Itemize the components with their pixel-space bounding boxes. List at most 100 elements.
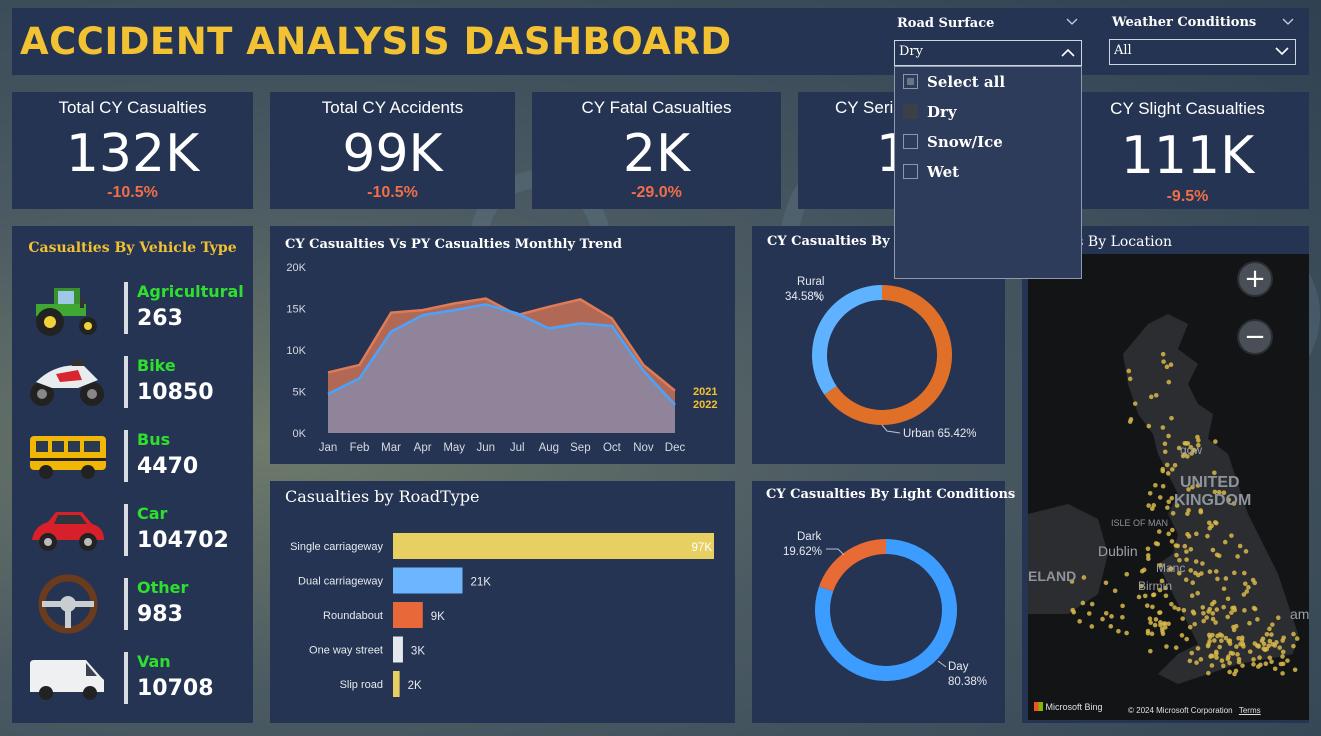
accident-location-dot (1200, 561, 1205, 566)
accident-location-dot (1204, 615, 1210, 620)
accident-location-dot (1242, 608, 1247, 613)
vehicle-name: Van (137, 652, 171, 671)
x-tick-label: Dec (665, 442, 686, 454)
chevron-down-icon[interactable] (1282, 18, 1294, 26)
accident-location-dot (1162, 441, 1168, 447)
checkbox-unchecked[interactable] (903, 134, 918, 149)
accident-location-dot (1071, 609, 1077, 615)
accident-location-dot (1206, 670, 1211, 676)
weather-select[interactable]: All (1109, 39, 1296, 65)
leader-line (937, 660, 947, 668)
x-tick-label: May (443, 442, 465, 454)
accident-location-dot (1146, 556, 1151, 562)
accident-location-dot (1144, 603, 1150, 608)
accident-location-dot (1184, 636, 1189, 642)
zoom-in-button[interactable]: + (1237, 261, 1273, 297)
slice-name: Dark (797, 531, 822, 543)
accident-location-dot (1213, 439, 1218, 444)
road-surface-select[interactable]: Dry (894, 40, 1082, 66)
map-label-manchester: Manc (1156, 561, 1185, 575)
category-label: Single carriageway (290, 541, 383, 553)
accident-location-dot (1077, 619, 1082, 624)
accident-location-dot (1161, 359, 1166, 364)
accident-location-dot (1267, 626, 1272, 632)
weather-selected: All (1114, 43, 1132, 58)
accident-location-dot (1196, 438, 1201, 443)
accident-location-dot (1150, 604, 1155, 610)
option-dry[interactable]: Dry (903, 103, 957, 121)
accident-location-dot (1201, 618, 1206, 624)
checkbox-checked[interactable] (903, 104, 918, 119)
accident-location-dot (1191, 611, 1197, 616)
microsoft-logo-icon (1034, 702, 1043, 711)
accident-location-dot (1124, 572, 1130, 577)
checkbox-partial[interactable] (903, 74, 918, 89)
accident-location-dot (1166, 531, 1171, 537)
accident-location-dot (1277, 645, 1283, 650)
accident-location-dot (1280, 661, 1286, 667)
accident-location-dot (1142, 593, 1148, 599)
vehicle-name: Car (137, 504, 168, 523)
page-title: ACCIDENT ANALYSIS DASHBOARD (20, 20, 732, 63)
accident-location-dot (1223, 576, 1229, 581)
map-label-dublin: Dublin (1098, 543, 1138, 559)
accident-location-dot (1166, 433, 1171, 439)
accident-location-dot (1194, 531, 1199, 537)
accident-location-dot (1151, 592, 1157, 597)
accident-location-dot (1195, 590, 1201, 596)
terms-link[interactable]: Terms (1239, 706, 1261, 715)
accident-location-dot (1179, 633, 1185, 638)
accident-location-dot (1181, 607, 1187, 613)
bar-1 (393, 567, 463, 594)
accident-location-dot (1139, 568, 1145, 574)
accident-location-dot (1188, 568, 1194, 573)
chevron-down-icon[interactable] (1066, 18, 1078, 26)
y-tick-label: 15K (286, 304, 306, 316)
accident-location-dot (1081, 575, 1087, 580)
accident-location-dot (1175, 543, 1180, 549)
accident-location-dot (1160, 628, 1165, 634)
zoom-out-button[interactable]: − (1237, 319, 1273, 355)
vehicle-row-bus: Bus 4470 (12, 426, 253, 500)
accident-location-dot (1080, 600, 1086, 606)
accident-location-dot (1170, 467, 1175, 472)
accident-location-dot (1169, 539, 1175, 544)
accident-location-dot (1153, 482, 1158, 488)
accident-location-dot (1227, 638, 1233, 643)
accident-location-dot (1169, 601, 1174, 607)
light-conditions-panel: CY Casualties By Light Conditions Day 80.… (752, 481, 1015, 723)
accident-location-dot (1291, 631, 1296, 637)
accident-location-dot (1174, 552, 1179, 558)
accident-location-dot (1235, 652, 1240, 657)
accident-location-dot (1225, 596, 1231, 602)
accident-location-dot (1267, 638, 1273, 644)
accident-location-dot (1266, 643, 1271, 649)
accident-location-dot (1294, 636, 1300, 641)
option-wet[interactable]: Wet (903, 163, 959, 181)
accident-location-dot (1160, 425, 1166, 430)
vehicle-row-car: Car 104702 (12, 500, 253, 574)
accident-location-dot (1207, 569, 1213, 574)
donut-slice-dark (819, 539, 886, 592)
accident-location-dot (1242, 570, 1247, 576)
car-icon (32, 512, 104, 551)
kpi-value: 111K (1120, 126, 1255, 186)
accident-location-dot (1280, 649, 1286, 655)
option-select-all[interactable]: Select all (903, 73, 1005, 91)
accident-location-dot (1164, 644, 1169, 649)
accident-location-dot (1232, 570, 1237, 576)
accident-location-dot (1242, 581, 1248, 587)
accident-location-dot (1222, 539, 1228, 545)
accident-location-dot (1250, 577, 1256, 583)
accident-location-dot (1246, 585, 1251, 590)
kpi-delta: -29.0% (631, 184, 682, 201)
accident-location-dot (1272, 666, 1278, 672)
accident-location-dot (1238, 641, 1243, 647)
option-snow-ice[interactable]: Snow/Ice (903, 133, 1003, 151)
accident-location-dot (1147, 490, 1153, 496)
checkbox-unchecked[interactable] (903, 164, 918, 179)
accident-location-dot (1227, 660, 1232, 666)
map-label-kingdom: KINGDOM (1174, 492, 1251, 509)
accident-location-dot (1285, 658, 1290, 663)
y-tick-label: 0K (293, 428, 307, 440)
